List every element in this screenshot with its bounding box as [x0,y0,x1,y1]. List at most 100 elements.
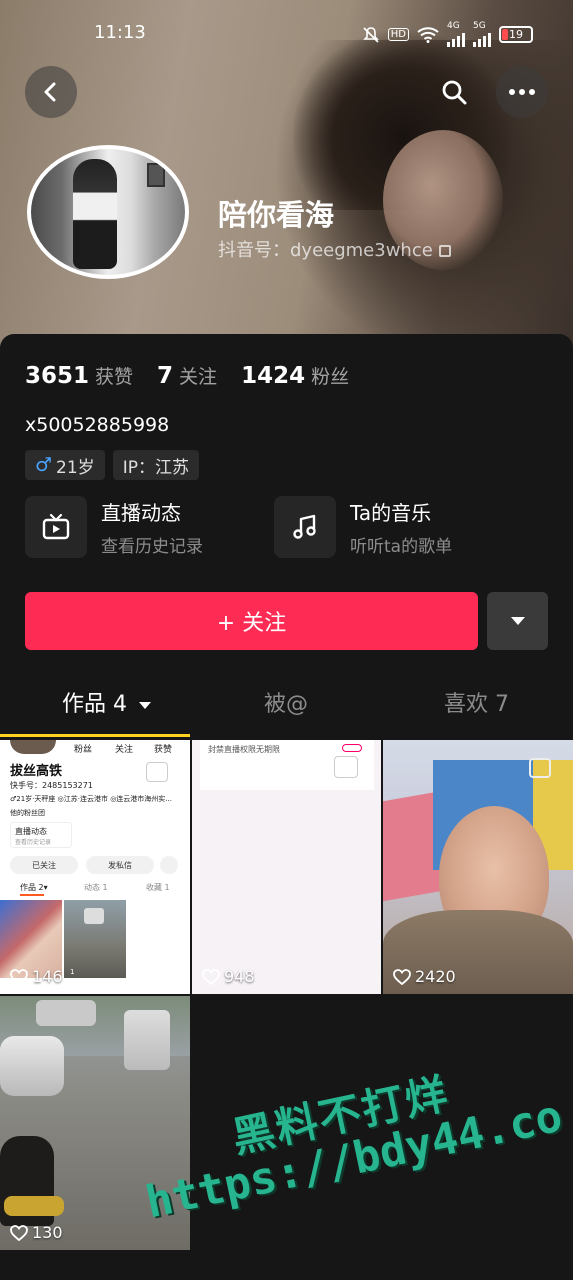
mini-label-likes: 获赞 [154,745,173,755]
heart-icon [10,1224,28,1241]
back-button[interactable] [25,66,77,118]
tab-works-label: 作品 4 [62,692,127,717]
tab-likes[interactable]: 喜欢 7 [444,686,509,718]
video-thumbnail[interactable]: 粉丝 关注 获赞 拔丝高铁 快手号：2485153271 ♂21岁·天秤座 ◎江… [0,740,190,994]
chevron-left-icon [44,82,56,102]
video-thumbnail[interactable]: 2420 [383,740,573,994]
copy-icon[interactable] [438,245,451,257]
tab-mentions[interactable]: 被@ [264,686,308,718]
mini-live-title: 直播动态 [15,827,47,836]
stat-following[interactable]: 7 关注 [157,362,217,389]
music-subtitle: 听听ta的歌单 [350,537,453,557]
mini-thumb-road: 1 [64,900,126,978]
tab-works[interactable]: 作品 4 [62,686,152,718]
caret-down-icon [139,701,151,709]
likes-number: 146 [32,967,63,986]
avatar-window [147,163,165,187]
mini-tab-moments: 动态 1 [84,883,108,892]
signal-2-icon [473,31,491,47]
van [124,1010,170,1070]
likes-number: 2420 [415,967,456,986]
mini-tab-works: 作品 2▾ [20,883,48,892]
music-entry[interactable]: Ta的音乐 听听ta的歌单 [274,496,452,558]
network-5g: 5G [473,21,486,31]
status-icons: HD 4G 5G 19 [362,22,533,47]
mini-tab-fav: 收藏 1 [146,883,170,892]
mute-icon [362,26,379,43]
bio-text: x50052885998 [25,414,170,436]
mini-label-follow: 关注 [115,745,134,755]
stat-likes-number: 3651 [25,363,90,389]
content-tabs: 作品 4 被@ 喜欢 7 [0,686,573,736]
mini-group: 他的粉丝团 [10,809,45,817]
live-history-subtitle: 查看历史记录 [101,537,203,557]
likes-number: 130 [32,1223,63,1242]
mini-message: 发私信 [86,856,154,874]
avatar[interactable] [27,145,189,279]
ip-text: IP：江苏 [122,457,189,478]
mini-avatar [10,740,56,754]
heart-icon [393,968,411,985]
douyin-id[interactable]: 抖音号：dyeegme3whce [218,236,451,262]
tag-row: ♂ 21岁 IP：江苏 [25,450,199,480]
stat-following-label: 关注 [179,366,218,388]
more-button[interactable] [496,66,548,118]
music-title: Ta的音乐 [350,501,432,525]
follow-button[interactable]: + 关注 [25,592,478,650]
select-box-icon [529,758,551,778]
live-history-title: 直播动态 [101,501,181,525]
banned-notice: 封禁直播权限无期限 [208,745,280,754]
stat-likes: 3651 获赞 [25,362,133,389]
tab-active-indicator [0,734,190,737]
mini-followed: 已关注 [10,856,78,874]
network-4g: 4G [447,21,460,31]
stat-followers[interactable]: 1424 粉丝 [241,362,349,389]
more-actions-button[interactable] [487,592,548,650]
wifi-icon [417,26,439,43]
live-history-entry[interactable]: 直播动态 查看历史记录 [25,496,203,558]
ip-tag: IP：江苏 [112,450,199,480]
battery-icon: 19 [499,26,533,43]
car-far [36,1000,96,1026]
car-near [0,1036,64,1096]
likes-count: 948 [202,967,255,986]
search-icon [442,80,467,105]
likes-count: 2420 [393,967,456,986]
stat-likes-label: 获赞 [95,366,134,388]
mini-live-sub: 查看历史记录 [15,839,52,846]
age-text: 21岁 [56,457,95,478]
select-box-icon [334,756,358,778]
notice-badge [342,744,362,752]
status-time: 11:13 [94,22,146,43]
avatar-figure [73,159,117,269]
mini-id: 快手号：2485153271 [10,781,93,790]
mini-name: 拔丝高铁 [10,764,63,779]
likes-count: 146 [10,967,63,986]
nickname: 陪你看海 [218,198,335,232]
douyin-id-text: 抖音号：dyeegme3whce [218,240,433,261]
status-bar: 11:13 HD 4G 5G 19 [0,0,573,64]
mini-label-fans: 粉丝 [74,745,93,755]
stat-followers-number: 1424 [241,363,306,389]
stats-row: 3651 获赞 7 关注 1424 粉丝 [25,362,349,389]
mini-info: ♂21岁·天秤座 ◎江苏·连云港市 ◎连云港市海州实... [10,795,172,803]
music-icon [274,496,336,558]
mini-more [160,856,178,874]
notice-card: 封禁直播权限无期限 [200,740,374,790]
search-button[interactable] [428,66,480,118]
more-dots-icon [509,89,535,95]
age-tag: ♂ 21岁 [25,450,105,480]
video-thumbnail[interactable]: 封禁直播权限无期限 948 [192,740,381,994]
likes-count: 130 [10,1223,63,1242]
mini-live-box: 直播动态 查看历史记录 [10,822,72,848]
signal-1-icon [447,31,465,47]
tv-icon [25,496,87,558]
heart-icon [10,968,28,985]
stat-followers-label: 粉丝 [311,366,350,388]
mini-tab-indicator [20,894,44,896]
select-box-icon [146,762,168,782]
heart-icon [202,968,220,985]
male-icon: ♂ [35,454,53,476]
yellow-item [4,1196,64,1216]
stat-following-number: 7 [157,363,174,389]
